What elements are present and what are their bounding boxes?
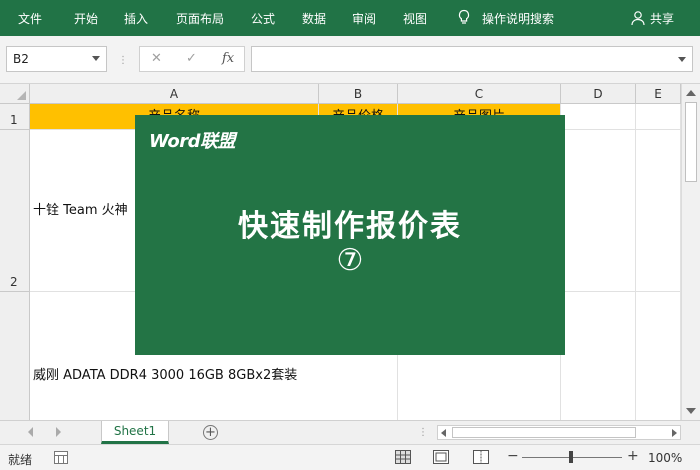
zoom-level[interactable]: 100% bbox=[648, 451, 682, 465]
normal-view-icon[interactable] bbox=[395, 450, 411, 464]
tab-data[interactable]: 数据 bbox=[302, 10, 326, 27]
vertical-scrollbar[interactable] bbox=[681, 84, 700, 420]
lightbulb-icon bbox=[458, 9, 470, 24]
banner-title: 快速制作报价表 bbox=[238, 209, 462, 244]
title-banner: Word联盟 快速制作报价表 ⑦ bbox=[135, 115, 565, 355]
zoom-out-button[interactable]: − bbox=[507, 448, 519, 464]
add-sheet-button[interactable]: + bbox=[203, 425, 218, 440]
cell-e2[interactable] bbox=[636, 130, 681, 292]
scroll-left-icon[interactable] bbox=[441, 429, 446, 437]
tell-me-search[interactable]: 操作说明搜索 bbox=[482, 10, 554, 27]
status-bar: 就绪 − + 100% bbox=[0, 444, 700, 470]
page-break-view-icon[interactable] bbox=[473, 450, 489, 464]
cell-d1[interactable] bbox=[561, 104, 636, 130]
tab-page-layout[interactable]: 页面布局 bbox=[176, 10, 224, 27]
tab-insert[interactable]: 插入 bbox=[124, 10, 148, 27]
tab-splitter-handle[interactable]: ⋮ bbox=[418, 427, 429, 438]
column-header-b[interactable]: B bbox=[319, 84, 398, 104]
status-ready: 就绪 bbox=[8, 453, 33, 467]
column-header-a[interactable]: A bbox=[30, 84, 319, 104]
row-number: 1 bbox=[10, 113, 18, 127]
enter-icon[interactable]: ✓ bbox=[186, 51, 197, 66]
expand-formula-icon[interactable] bbox=[678, 57, 686, 62]
tab-view[interactable]: 视图 bbox=[403, 10, 427, 27]
scroll-right-icon[interactable] bbox=[672, 429, 677, 437]
chevron-down-icon[interactable] bbox=[92, 56, 100, 61]
tab-home[interactable]: 开始 bbox=[74, 10, 98, 27]
tab-review[interactable]: 审阅 bbox=[352, 10, 376, 27]
row-header-3[interactable] bbox=[0, 292, 30, 420]
row-header-2[interactable]: 2 bbox=[0, 130, 30, 292]
scroll-up-icon[interactable] bbox=[686, 90, 696, 96]
cell-d3[interactable] bbox=[561, 292, 636, 420]
cell-e1[interactable] bbox=[636, 104, 681, 130]
scroll-down-icon[interactable] bbox=[686, 408, 696, 414]
row-header-1[interactable]: 1 bbox=[0, 104, 30, 130]
name-box[interactable]: B2 bbox=[6, 46, 107, 72]
tab-file[interactable]: 文件 bbox=[18, 10, 42, 27]
formula-bar: B2 ⋮ ✕ ✓ fx bbox=[0, 36, 700, 84]
cell-d2[interactable] bbox=[561, 130, 636, 292]
tab-formulas[interactable]: 公式 bbox=[251, 10, 275, 27]
insert-function-icon[interactable]: fx bbox=[222, 51, 234, 66]
cancel-icon[interactable]: ✕ bbox=[151, 51, 162, 66]
macro-record-icon[interactable] bbox=[54, 451, 68, 464]
prev-sheet-icon[interactable] bbox=[28, 427, 33, 437]
page-layout-view-icon[interactable] bbox=[433, 450, 449, 464]
zoom-in-button[interactable]: + bbox=[627, 448, 639, 464]
formula-buttons: ✕ ✓ fx bbox=[139, 46, 245, 72]
column-header-d[interactable]: D bbox=[561, 84, 636, 104]
sheet-tabs-bar: Sheet1 + ⋮ bbox=[0, 420, 700, 444]
zoom-slider-thumb[interactable] bbox=[569, 451, 573, 463]
column-header-c[interactable]: C bbox=[398, 84, 561, 104]
name-box-value: B2 bbox=[13, 52, 29, 66]
brand-logo: Word联盟 bbox=[149, 131, 236, 152]
sheet-tab-sheet1[interactable]: Sheet1 bbox=[101, 421, 169, 444]
scroll-thumb[interactable] bbox=[685, 102, 697, 182]
share-button[interactable]: 共享 bbox=[650, 10, 674, 27]
episode-number: ⑦ bbox=[336, 243, 364, 278]
formula-input[interactable] bbox=[251, 46, 693, 72]
horizontal-scrollbar[interactable] bbox=[437, 425, 681, 440]
select-all-button[interactable] bbox=[0, 84, 30, 104]
next-sheet-icon[interactable] bbox=[56, 427, 61, 437]
cell-e3[interactable] bbox=[636, 292, 681, 420]
h-scroll-thumb[interactable] bbox=[452, 427, 636, 438]
splitter-handle[interactable]: ⋮ bbox=[118, 55, 129, 66]
column-header-e[interactable]: E bbox=[636, 84, 681, 104]
person-icon bbox=[631, 11, 645, 26]
ribbon: 文件 开始 插入 页面布局 公式 数据 审阅 视图 操作说明搜索 共享 bbox=[0, 0, 700, 36]
row-number: 2 bbox=[10, 275, 18, 289]
